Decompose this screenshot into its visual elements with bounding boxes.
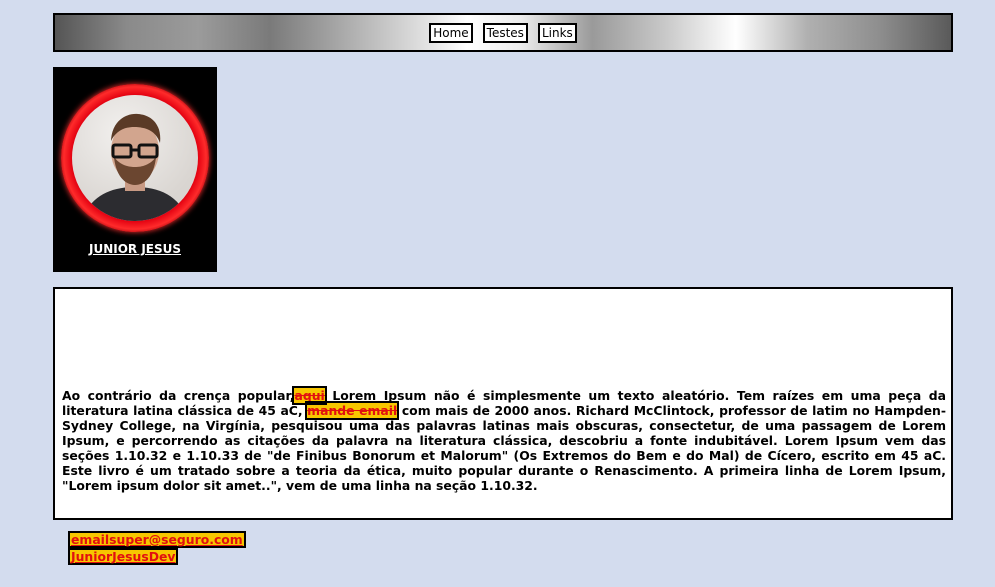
profile-name-link[interactable]: JUNIOR JESUS [53, 242, 217, 256]
email-link[interactable]: emailsuper@seguro.com [68, 531, 246, 548]
person-portrait-icon [82, 113, 188, 221]
top-navigation-bar: Home Testes Links [53, 13, 953, 52]
avatar [61, 84, 209, 232]
footer-links: emailsuper@seguro.com JuniorJesusDev [68, 531, 246, 565]
github-handle-link[interactable]: JuniorJesusDev [68, 548, 179, 565]
nav-home-link[interactable]: Home [429, 22, 473, 43]
content-box: Ao contrário da crença popular,aqui Lore… [53, 287, 953, 520]
nav-testes-link[interactable]: Testes [482, 22, 528, 43]
aqui-link[interactable]: aqui [292, 386, 327, 405]
send-email-link[interactable]: mande email [305, 401, 400, 420]
content-paragraph: Ao contrário da crença popular,aqui Lore… [62, 386, 946, 493]
avatar-photo [72, 95, 198, 221]
profile-card: JUNIOR JESUS [53, 67, 217, 272]
nav-links-link[interactable]: Links [537, 22, 577, 43]
paragraph-text-part-1: Ao contrário da crença popular, [62, 388, 295, 403]
